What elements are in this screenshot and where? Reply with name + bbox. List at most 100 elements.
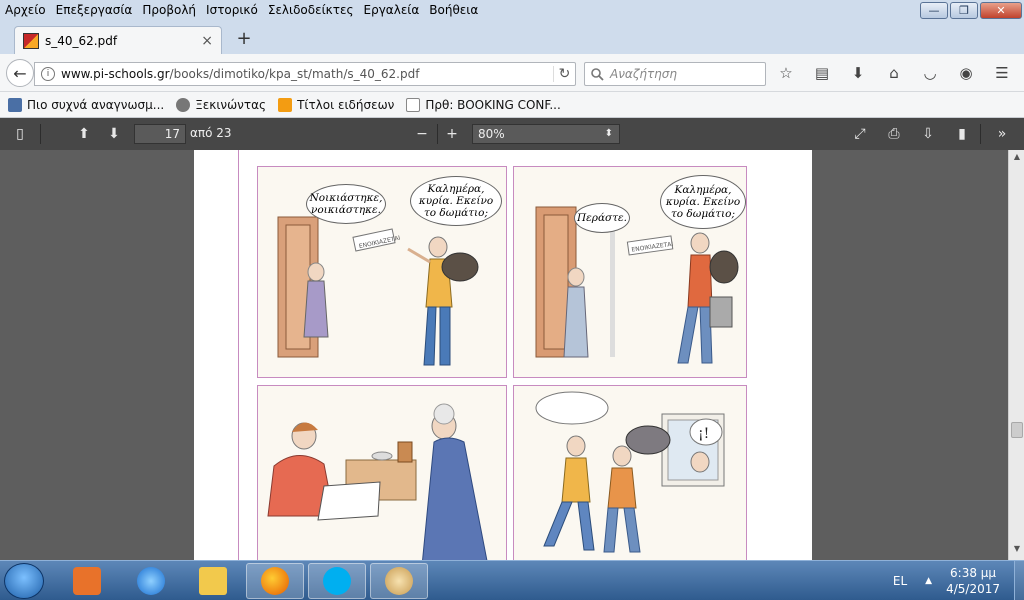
- downloads-icon[interactable]: ⬇: [848, 63, 868, 83]
- speech-bubble: Νοικιάστηκε, νοικιάστηκε.: [306, 184, 386, 224]
- next-page-icon[interactable]: ⬇: [104, 124, 124, 144]
- nav-icons: ☆ ▤ ⬇ ⌂ ◡ ◉ ☰: [776, 63, 1012, 83]
- bookmark-label: Πρθ: BOOKING CONF...: [425, 97, 561, 112]
- bookmark-label: Πιο συχνά αναγνωσμ...: [27, 97, 165, 112]
- hamburger-menu-icon[interactable]: ☰: [992, 63, 1012, 83]
- menu-bar: Αρχείο Επεξεργασία Προβολή Ιστορικό Σελι…: [0, 0, 1024, 20]
- page-count: από 23: [190, 126, 232, 140]
- menu-help[interactable]: Βοήθεια: [424, 3, 483, 17]
- new-tab-button[interactable]: +: [234, 28, 254, 50]
- back-button[interactable]: ←: [6, 59, 34, 87]
- language-indicator[interactable]: EL: [893, 574, 907, 588]
- show-desktop-button[interactable]: [1014, 561, 1024, 600]
- folder-icon: [199, 567, 227, 595]
- bookmark-label: Ξεκινώντας: [195, 97, 267, 112]
- windows-taskbar: EL ▲ 6:38 μμ 4/5/2017: [0, 560, 1024, 600]
- comic-panel-1: ΕΝΟΙΚΙΑΖΕΤΑΙ Νοικιάστηκε, νοικιάστηκε. Κ…: [257, 166, 507, 378]
- menu-bookmarks[interactable]: Σελιδοδείκτες: [263, 3, 359, 17]
- dropdown-arrow-icon: ⬍: [604, 128, 613, 139]
- home-icon[interactable]: ⌂: [884, 63, 904, 83]
- bookmark-view-icon[interactable]: ▮: [952, 124, 972, 144]
- most-visited-icon: [8, 97, 22, 112]
- maximize-button[interactable]: ❐: [950, 2, 978, 19]
- bookmarks-toolbar: Πιο συχνά αναγνωσμ... Ξεκινώντας Τίτλοι …: [0, 92, 1024, 118]
- extension-icon[interactable]: ◉: [956, 63, 976, 83]
- sidebar-toggle-icon[interactable]: ▯: [10, 124, 30, 144]
- clock-date: 4/5/2017: [946, 582, 1000, 596]
- toolbar-divider: [437, 124, 438, 144]
- zoom-value: 80%: [478, 127, 505, 141]
- comic-illustration: ¡!: [535, 391, 725, 553]
- toolbar-divider: [40, 124, 41, 144]
- bookmark-star-icon[interactable]: ☆: [776, 63, 796, 83]
- clock[interactable]: 6:38 μμ 4/5/2017: [946, 565, 1000, 597]
- envelope-icon: [406, 97, 421, 112]
- taskbar-internet-explorer[interactable]: [122, 563, 180, 599]
- bookmark-booking-conf[interactable]: Πρθ: BOOKING CONF...: [406, 97, 561, 112]
- reading-list-icon[interactable]: ▤: [812, 63, 832, 83]
- bookmark-news-headlines[interactable]: Τίτλοι ειδήσεων: [278, 97, 395, 112]
- tab-strip: s_40_62.pdf × +: [0, 20, 1024, 54]
- zoom-in-button[interactable]: +: [442, 124, 462, 144]
- search-icon: [591, 67, 604, 81]
- download-icon[interactable]: ⇩: [918, 124, 938, 144]
- presentation-mode-icon[interactable]: ⤢: [850, 124, 870, 144]
- url-domain: www.pi-schools.gr: [61, 67, 170, 81]
- menu-file[interactable]: Αρχείο: [0, 3, 51, 17]
- taskbar-skype[interactable]: [308, 563, 366, 599]
- tab-title: s_40_62.pdf: [45, 33, 118, 48]
- pocket-icon[interactable]: ◡: [920, 63, 940, 83]
- menu-edit[interactable]: Επεξεργασία: [51, 3, 138, 17]
- system-tray: EL ▲ 6:38 μμ 4/5/2017: [893, 561, 1024, 600]
- speech-bubble: Καλημέρα, κυρία. Εκείνο το δωμάτιο;: [660, 175, 746, 229]
- reload-icon[interactable]: ↻: [553, 66, 575, 82]
- toolbar-divider: [980, 124, 981, 144]
- scroll-up-icon[interactable]: ▲: [1009, 152, 1024, 166]
- scroll-down-icon[interactable]: ▼: [1009, 544, 1024, 558]
- bookmark-label: Τίτλοι ειδήσεων: [297, 97, 395, 112]
- firefox-icon: [261, 567, 289, 595]
- clock-time: 6:38 μμ: [950, 566, 997, 580]
- bookmark-most-visited[interactable]: Πιο συχνά αναγνωσμ...: [8, 97, 165, 112]
- tab-pdf[interactable]: s_40_62.pdf ×: [14, 26, 222, 54]
- taskbar-media-player[interactable]: [58, 563, 116, 599]
- url-path: /books/dimotiko/kpa_st/math/s_40_62.pdf: [169, 67, 420, 81]
- paint-palette-icon: [385, 567, 413, 595]
- taskbar-file-explorer[interactable]: [184, 563, 242, 599]
- close-window-button[interactable]: ✕: [980, 2, 1022, 19]
- bookmark-getting-started[interactable]: Ξεκινώντας: [176, 97, 267, 112]
- window-controls: — ❐ ✕: [920, 2, 1022, 19]
- url-text[interactable]: www.pi-schools.gr/books/dimotiko/kpa_st/…: [61, 67, 547, 81]
- zoom-out-button[interactable]: −: [412, 124, 432, 144]
- tray-expand-icon[interactable]: ▲: [925, 576, 932, 586]
- print-icon[interactable]: ⎙: [884, 124, 904, 144]
- tools-menu-icon[interactable]: »: [992, 124, 1012, 144]
- menu-history[interactable]: Ιστορικό: [201, 3, 263, 17]
- zoom-select[interactable]: 80% ⬍: [472, 124, 620, 144]
- site-info-icon[interactable]: i: [41, 67, 55, 81]
- menu-view[interactable]: Προβολή: [137, 3, 201, 17]
- page-number-input[interactable]: 17: [134, 124, 186, 144]
- speech-bubble: Καλημέρα, κυρία. Εκείνο το δωμάτιο;: [410, 176, 502, 226]
- previous-page-icon[interactable]: ⬆: [74, 124, 94, 144]
- search-input[interactable]: Αναζήτηση: [584, 62, 766, 86]
- skype-icon: [323, 567, 351, 595]
- menu-tools[interactable]: Εργαλεία: [359, 3, 425, 17]
- navigation-bar: ← i www.pi-schools.gr/books/dimotiko/kpa…: [0, 54, 1024, 92]
- scroll-thumb[interactable]: [1011, 422, 1023, 438]
- internet-explorer-icon: [137, 567, 165, 595]
- start-button[interactable]: [4, 563, 44, 599]
- vertical-scrollbar[interactable]: ▲ ▼: [1008, 150, 1024, 560]
- close-tab-icon[interactable]: ×: [201, 33, 213, 49]
- url-bar[interactable]: i www.pi-schools.gr/books/dimotiko/kpa_s…: [34, 62, 576, 86]
- comic-panel-3: [257, 385, 507, 560]
- minimize-button[interactable]: —: [920, 2, 948, 19]
- media-player-icon: [73, 567, 101, 595]
- search-placeholder: Αναζήτηση: [610, 67, 677, 81]
- exclamation-text: ¡!: [698, 426, 709, 442]
- taskbar-paint[interactable]: [370, 563, 428, 599]
- speech-bubble: Περάστε.: [574, 203, 630, 233]
- comic-panel-2: ΕΝΟΙΚΙΑΖΕΤΑΙ Περάστε. Καλημέρα, κυρία. Ε…: [513, 166, 747, 378]
- page-margin-line: [238, 150, 239, 560]
- taskbar-firefox[interactable]: [246, 563, 304, 599]
